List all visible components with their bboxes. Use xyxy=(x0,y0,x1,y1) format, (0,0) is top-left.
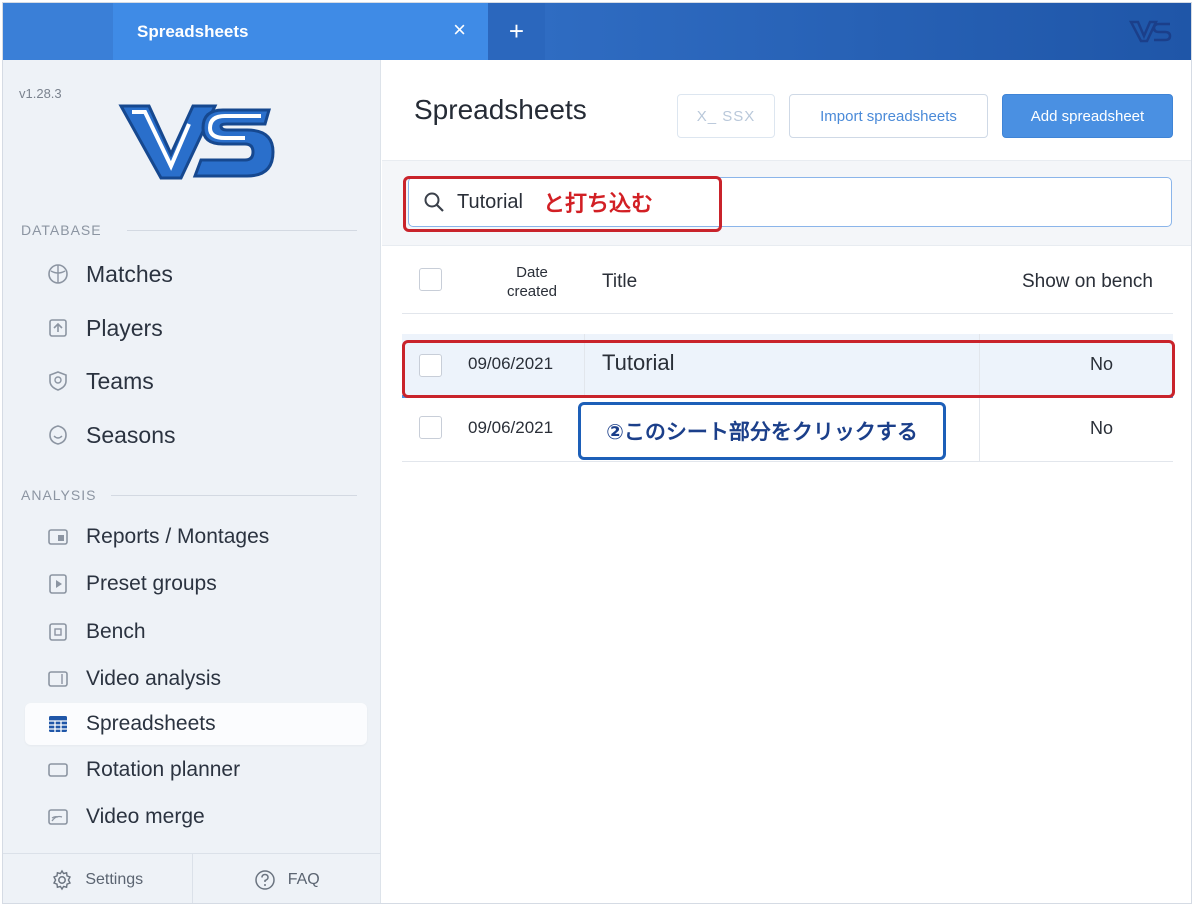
sidebar-item-video-analysis[interactable]: Video analysis xyxy=(25,658,367,700)
add-spreadsheet-button[interactable]: Add spreadsheet xyxy=(1002,94,1173,138)
sidebar-item-label: Bench xyxy=(86,620,146,643)
table-row[interactable]: 09/06/2021 Tutorial No xyxy=(402,334,1173,398)
column-show-on-bench: Show on bench xyxy=(1022,271,1153,292)
app-window: Spreadsheets × + v1.28.3 DATABASE Matche… xyxy=(2,2,1192,904)
sidebar-item-label: Rotation planner xyxy=(86,758,241,781)
sidebar-item-seasons[interactable]: Seasons xyxy=(25,413,367,457)
row-annotation: ②このシート部分をクリックする xyxy=(578,402,946,460)
select-all-checkbox[interactable] xyxy=(419,268,442,291)
bench-icon xyxy=(47,621,69,643)
report-icon xyxy=(47,526,69,548)
spreadsheets-table: Date created Title Show on bench 09/06/2… xyxy=(402,246,1173,462)
sidebar-item-video-merge[interactable]: Video merge xyxy=(25,796,367,838)
tab-title: Spreadsheets xyxy=(137,21,249,41)
merge-icon xyxy=(47,806,69,828)
close-icon[interactable]: × xyxy=(453,18,466,42)
row-checkbox[interactable] xyxy=(419,354,442,377)
tab-bar: Spreadsheets × + xyxy=(3,3,1191,60)
sidebar-item-label: Matches xyxy=(86,260,173,287)
section-database: DATABASE xyxy=(21,222,102,238)
search-bar: と打ち込む xyxy=(382,160,1191,246)
column-date: Date created xyxy=(492,263,572,301)
row-checkbox[interactable] xyxy=(419,416,442,439)
gear-icon xyxy=(53,869,72,890)
spreadsheet-icon xyxy=(47,713,69,735)
row-title: Tutorial xyxy=(602,350,675,375)
rotation-icon xyxy=(47,759,69,781)
export-xlsx-button[interactable]: X_ SSX xyxy=(677,94,775,138)
sidebar-item-label: Seasons xyxy=(86,421,176,448)
row-bench: No xyxy=(1089,354,1113,374)
import-spreadsheets-button[interactable]: Import spreadsheets xyxy=(789,94,988,138)
page-title: Spreadsheets xyxy=(414,94,587,125)
sidebar-item-bench[interactable]: Bench xyxy=(25,611,367,653)
search-input[interactable] xyxy=(457,190,537,214)
sidebar-item-players[interactable]: Players xyxy=(25,306,367,350)
app-version: v1.28.3 xyxy=(19,86,62,101)
preset-icon xyxy=(47,573,69,595)
logo-icon xyxy=(118,104,275,180)
video-icon xyxy=(47,668,69,690)
sidebar-item-spreadsheets[interactable]: Spreadsheets xyxy=(25,703,367,745)
column-date-line1: Date xyxy=(516,264,548,281)
row-date: 09/06/2021 xyxy=(468,354,554,373)
sidebar-item-label: Reports / Montages xyxy=(86,525,270,548)
main-content: Spreadsheets X_ SSX Import spreadsheets … xyxy=(382,60,1191,903)
section-analysis: ANALYSIS xyxy=(21,487,97,503)
sidebar-item-label: Spreadsheets xyxy=(86,712,216,735)
add-tab-button[interactable]: + xyxy=(488,3,545,60)
divider xyxy=(127,230,357,231)
sidebar-item-teams[interactable]: Teams xyxy=(25,359,367,403)
search-field[interactable]: と打ち込む xyxy=(408,177,1172,227)
tab-spreadsheets[interactable]: Spreadsheets × xyxy=(113,3,488,60)
help-icon xyxy=(254,869,275,890)
shield-icon xyxy=(47,370,69,392)
sidebar-item-matches[interactable]: Matches xyxy=(25,252,367,296)
table-header: Date created Title Show on bench xyxy=(402,246,1173,314)
row-bench: No xyxy=(1089,418,1113,438)
divider xyxy=(584,334,585,398)
sidebar-item-label: Preset groups xyxy=(86,572,217,595)
sidebar-item-label: Video analysis xyxy=(86,667,222,690)
sidebar-item-rotation-planner[interactable]: Rotation planner xyxy=(25,749,367,791)
player-icon xyxy=(47,317,69,339)
logo-icon xyxy=(1129,20,1172,43)
sidebar-item-label: Teams xyxy=(86,367,154,394)
sidebar-item-label: Video merge xyxy=(86,805,205,828)
sidebar-item-preset-groups[interactable]: Preset groups xyxy=(25,563,367,605)
sidebar-item-label: Players xyxy=(86,314,163,341)
faq-label: FAQ xyxy=(287,870,320,888)
search-icon xyxy=(424,192,444,212)
tab-bar-spacer xyxy=(3,3,113,60)
sidebar-footer: Settings FAQ xyxy=(3,853,382,903)
column-date-line2: created xyxy=(506,283,558,300)
search-annotation: と打ち込む xyxy=(543,191,654,216)
faq-button[interactable]: FAQ xyxy=(191,854,382,903)
divider xyxy=(979,398,980,462)
sidebar: v1.28.3 DATABASE Matches Players Teams S… xyxy=(3,60,382,903)
divider xyxy=(111,495,357,496)
divider xyxy=(979,334,980,398)
sidebar-item-reports[interactable]: Reports / Montages xyxy=(25,516,367,558)
calendar-icon xyxy=(47,424,69,446)
settings-label: Settings xyxy=(85,870,144,888)
ball-icon xyxy=(47,263,69,285)
column-title: Title xyxy=(602,271,638,292)
settings-button[interactable]: Settings xyxy=(3,854,192,903)
